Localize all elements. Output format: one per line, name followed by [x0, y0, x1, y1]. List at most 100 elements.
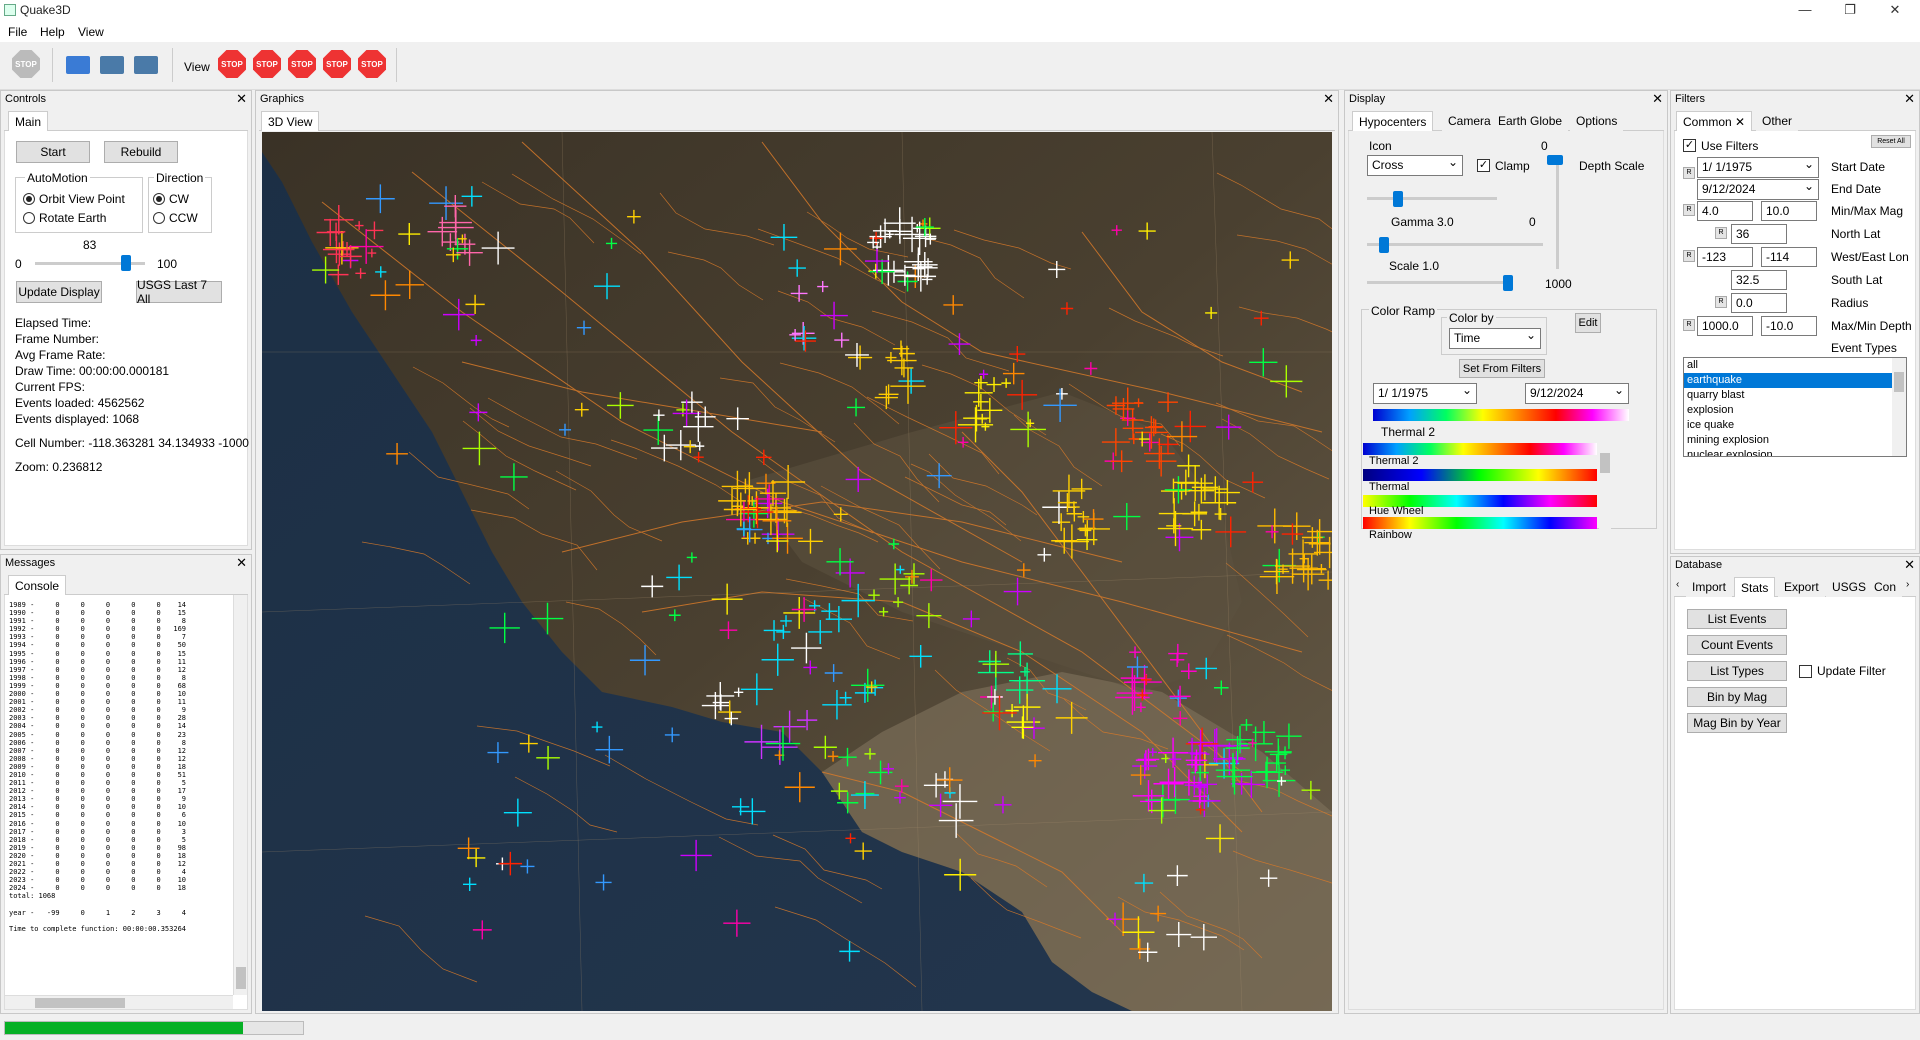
reset-lon[interactable]: R — [1683, 250, 1695, 262]
stop-button-4[interactable]: STOP — [323, 50, 353, 80]
close-icon[interactable]: ✕ — [236, 91, 247, 107]
tab-camera[interactable]: Camera — [1442, 111, 1497, 131]
open-button[interactable] — [66, 50, 96, 80]
close-button[interactable]: ✕ — [1880, 2, 1910, 18]
import-button[interactable] — [100, 50, 130, 80]
event-type-item[interactable]: earthquake — [1684, 373, 1906, 388]
cw-radio[interactable] — [153, 193, 165, 205]
east-lon-input[interactable]: -114 — [1761, 247, 1817, 267]
rebuild-button[interactable]: Rebuild — [104, 141, 178, 163]
size-slider-track[interactable] — [1367, 281, 1513, 284]
update-filter-checkbox[interactable] — [1799, 665, 1812, 678]
update-display-button[interactable]: Update Display — [16, 281, 102, 303]
list-types-button[interactable]: List Types — [1687, 661, 1787, 681]
export-button[interactable] — [134, 50, 164, 80]
orbit-radio[interactable] — [23, 193, 35, 205]
reset-depth[interactable]: R — [1683, 319, 1695, 331]
ramp-list-scrollbar[interactable] — [1599, 441, 1611, 529]
close-icon[interactable]: ✕ — [1652, 91, 1663, 107]
motion-slider-thumb[interactable] — [121, 255, 132, 271]
minimize-button[interactable]: — — [1790, 2, 1820, 17]
close-icon[interactable]: ✕ — [1904, 557, 1915, 573]
icon-select[interactable]: Cross — [1367, 155, 1463, 176]
tab-stats[interactable]: Stats — [1734, 577, 1776, 597]
event-type-item[interactable]: mining explosion — [1684, 433, 1906, 448]
min-depth-input[interactable]: -10.0 — [1761, 316, 1817, 336]
tab-earth-globe[interactable]: Earth Globe — [1492, 111, 1569, 131]
ramp-date-from[interactable]: 1/ 1/1975 — [1373, 383, 1477, 404]
size-slider-thumb[interactable] — [1503, 275, 1513, 291]
ramp-list[interactable]: Thermal 2 Thermal Hue Wheel — [1363, 441, 1597, 529]
console-scrollbar[interactable] — [233, 595, 247, 995]
gamma-slider-thumb[interactable] — [1393, 191, 1403, 207]
stop-button-1[interactable]: STOP — [218, 50, 248, 80]
tab-main[interactable]: Main — [8, 111, 49, 131]
maximize-button[interactable]: ❐ — [1835, 2, 1865, 18]
clamp-checkbox[interactable]: ✓ — [1477, 159, 1490, 172]
tab-export[interactable]: Export — [1778, 577, 1825, 597]
close-icon[interactable]: ✕ — [1735, 115, 1745, 129]
ccw-radio[interactable] — [153, 212, 165, 224]
tab-scroll-right-icon[interactable]: › — [1906, 579, 1909, 590]
reset-all-button[interactable]: Reset All — [1871, 135, 1911, 148]
radius-input[interactable]: 0.0 — [1731, 293, 1787, 313]
start-date-input[interactable]: 1/ 1/1975 — [1697, 157, 1819, 178]
tab-con[interactable]: Con — [1868, 577, 1903, 597]
max-mag-input[interactable]: 10.0 — [1761, 201, 1817, 221]
event-types-scrollbar[interactable] — [1892, 358, 1906, 456]
ramp-date-to[interactable]: 9/12/2024 — [1525, 383, 1629, 404]
south-lat-input[interactable]: 32.5 — [1731, 270, 1787, 290]
close-icon[interactable]: ✕ — [1904, 91, 1915, 107]
mag-bin-by-year-button[interactable]: Mag Bin by Year — [1687, 713, 1787, 733]
close-icon[interactable]: ✕ — [1323, 91, 1334, 107]
west-lon-input[interactable]: -123 — [1697, 247, 1753, 267]
gamma-slider-track[interactable] — [1367, 197, 1497, 200]
tab-hypocenters[interactable]: Hypocenters — [1352, 111, 1434, 131]
tab-common[interactable]: Common ✕ — [1676, 111, 1753, 131]
event-type-item[interactable]: ice quake — [1684, 418, 1906, 433]
stop-button-5[interactable]: STOP — [358, 50, 388, 80]
max-depth-input[interactable]: 1000.0 — [1697, 316, 1753, 336]
scale-slider-track[interactable] — [1367, 243, 1543, 246]
tab-scroll-left-icon[interactable]: ‹ — [1676, 579, 1679, 590]
event-type-item[interactable]: explosion — [1684, 403, 1906, 418]
set-from-filters-button[interactable]: Set From Filters — [1459, 359, 1545, 378]
usgs-last-button[interactable]: USGS Last 7 All — [136, 278, 222, 306]
console-hscrollbar[interactable] — [5, 995, 233, 1009]
edit-ramp-button[interactable]: Edit — [1575, 313, 1601, 333]
event-type-item[interactable]: all — [1684, 358, 1906, 373]
menu-file[interactable]: File — [8, 25, 27, 39]
north-lat-input[interactable]: 36 — [1731, 224, 1787, 244]
rotate-earth-radio[interactable] — [23, 212, 35, 224]
depth-slider-thumb[interactable] — [1547, 155, 1563, 165]
reset-radius[interactable]: R — [1715, 296, 1727, 308]
use-filters-checkbox[interactable]: ✓ — [1683, 139, 1696, 152]
menu-view[interactable]: View — [78, 25, 104, 39]
tab-options[interactable]: Options — [1570, 111, 1624, 131]
tab-usgs[interactable]: USGS — [1826, 577, 1873, 597]
tab-3d-view[interactable]: 3D View — [261, 111, 320, 131]
reset-mag[interactable]: R — [1683, 204, 1695, 216]
start-button[interactable]: Start — [16, 141, 90, 163]
tab-other[interactable]: Other — [1756, 111, 1799, 131]
reset-start-date[interactable]: R — [1683, 167, 1695, 179]
scale-slider-thumb[interactable] — [1379, 237, 1389, 253]
menu-help[interactable]: Help — [40, 25, 65, 39]
tab-console[interactable]: Console — [8, 575, 67, 595]
color-by-select[interactable]: Time — [1449, 328, 1541, 349]
tab-import[interactable]: Import — [1686, 577, 1733, 597]
map-3d-view[interactable] — [262, 132, 1332, 1011]
event-type-item[interactable]: nuclear explosion — [1684, 448, 1906, 456]
depth-slider-track[interactable] — [1556, 159, 1559, 269]
event-type-item[interactable]: quarry blast — [1684, 388, 1906, 403]
bin-by-mag-button[interactable]: Bin by Mag — [1687, 687, 1787, 707]
count-events-button[interactable]: Count Events — [1687, 635, 1787, 655]
reset-north[interactable]: R — [1715, 227, 1727, 239]
close-icon[interactable]: ✕ — [236, 555, 247, 571]
list-events-button[interactable]: List Events — [1687, 609, 1787, 629]
stop-button-3[interactable]: STOP — [288, 50, 318, 80]
stop-button-2[interactable]: STOP — [253, 50, 283, 80]
console-output[interactable]: 1989 - 0 0 0 0 0 14 1990 - 0 0 0 0 0 15 … — [4, 595, 248, 1010]
end-date-input[interactable]: 9/12/2024 — [1697, 179, 1819, 200]
event-types-list[interactable]: all earthquake quarry blast explosion ic… — [1683, 357, 1907, 457]
